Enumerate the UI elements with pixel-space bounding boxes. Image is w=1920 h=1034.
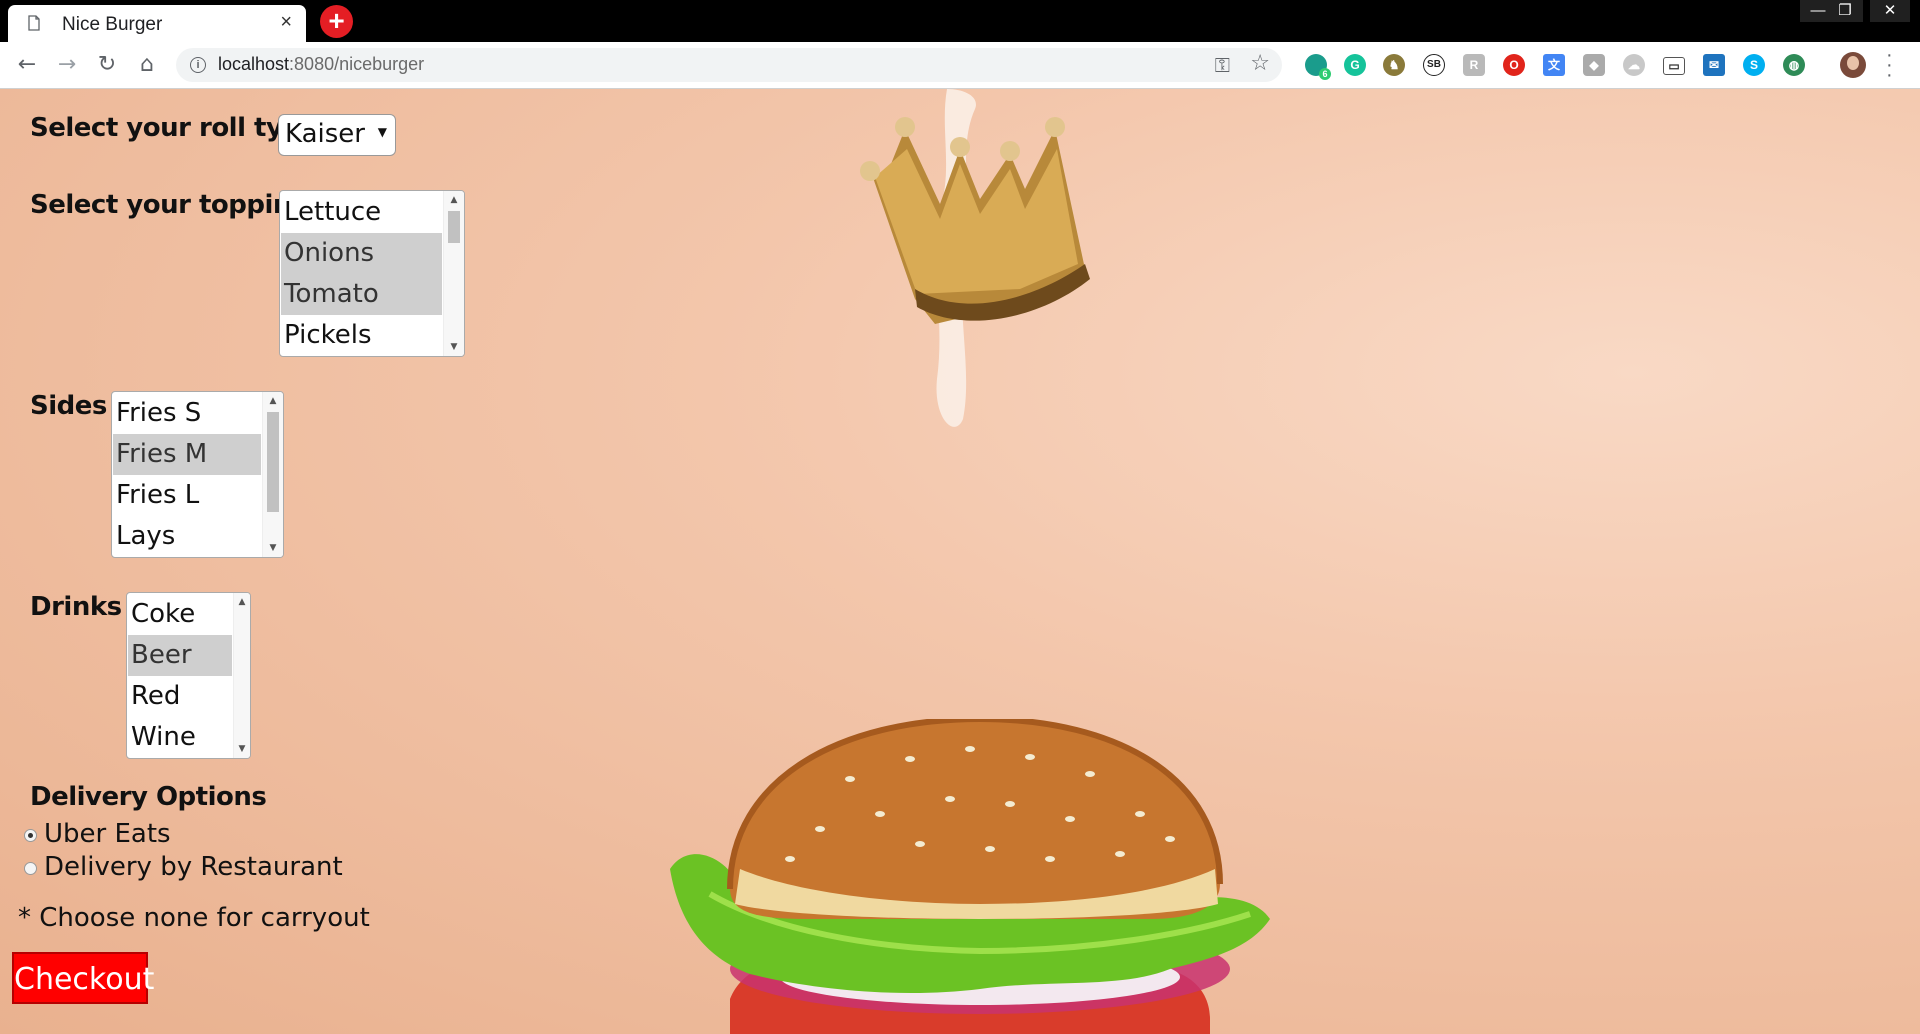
listbox-option[interactable]: Fries L <box>113 475 261 516</box>
crown-illustration <box>860 89 1090 427</box>
radio-label: Uber Eats <box>44 819 171 849</box>
skype-icon[interactable]: S <box>1743 54 1765 76</box>
toppings-scrollbar[interactable]: ▲ ▼ <box>443 191 464 356</box>
radio-label: Delivery by Restaurant <box>44 852 343 882</box>
roll-type-label: Select your roll type <box>30 113 318 143</box>
listbox-option[interactable]: Lays <box>113 516 261 557</box>
sb-extension-icon[interactable]: SB <box>1423 54 1445 76</box>
scroll-down-icon[interactable]: ▼ <box>263 541 283 555</box>
extension-badge-icon[interactable]: 6 <box>1305 54 1331 80</box>
globe-icon[interactable]: ◍ <box>1783 54 1805 76</box>
burger-illustration <box>670 719 1270 1034</box>
toppings-listbox[interactable]: Lettuce Onions Tomato Pickels ▲ ▼ <box>279 190 465 357</box>
browser-tab[interactable]: Nice Burger × <box>8 5 306 42</box>
grammarly-icon[interactable]: G <box>1344 54 1366 76</box>
scroll-down-icon[interactable]: ▼ <box>444 340 464 354</box>
sides-listbox[interactable]: Fries S Fries M Fries L Lays ▲ ▼ <box>111 391 284 558</box>
radio-button[interactable] <box>24 829 37 842</box>
carryout-note: * Choose none for carryout <box>18 903 370 933</box>
listbox-option[interactable]: Onions <box>281 233 442 274</box>
sides-label: Sides <box>30 391 107 421</box>
menu-dots-icon[interactable]: · · · <box>1886 45 1893 85</box>
scroll-up-icon[interactable]: ▲ <box>444 193 464 207</box>
reload-icon[interactable]: ↻ <box>92 50 122 80</box>
restore-button[interactable]: ❐ <box>1827 0 1863 22</box>
sides-scrollbar[interactable]: ▲ ▼ <box>262 392 283 557</box>
page-icon <box>28 15 40 31</box>
checkout-button[interactable]: Checkout <box>12 952 154 1004</box>
extension-icon[interactable]: ✉ <box>1703 54 1725 76</box>
address-bar[interactable]: i localhost:8080/niceburger ⚿ ☆ <box>176 48 1282 82</box>
radio-button[interactable] <box>24 862 37 875</box>
extension-icon[interactable]: R <box>1463 54 1485 76</box>
home-icon[interactable]: ⌂ <box>132 50 162 80</box>
key-icon[interactable]: ⚿ <box>1215 53 1230 77</box>
drinks-label: Drinks <box>30 592 122 622</box>
browser-title-bar: Nice Burger × + — ❐ ✕ <box>0 0 1920 42</box>
listbox-option[interactable]: Fries M <box>113 434 261 475</box>
extension-cube-icon[interactable]: ◆ <box>1583 54 1605 76</box>
extension-count: 6 <box>1319 68 1331 80</box>
browser-toolbar: ← → ↻ ⌂ i localhost:8080/niceburger ⚿ ☆ … <box>0 42 1920 89</box>
close-tab-icon[interactable]: × <box>280 11 292 34</box>
roll-type-select[interactable]: Kaiser ▼ <box>278 114 396 156</box>
listbox-option[interactable]: Beer <box>128 635 232 676</box>
translate-icon[interactable]: 文 <box>1543 54 1565 76</box>
page-content: Select your roll type Kaiser ▼ Select yo… <box>0 89 1920 1034</box>
cast-icon[interactable]: ▭ <box>1663 57 1685 75</box>
scroll-up-icon[interactable]: ▲ <box>263 394 283 408</box>
scroll-down-icon[interactable]: ▼ <box>234 742 250 756</box>
delivery-options-label: Delivery Options <box>30 782 267 812</box>
url-host: localhost <box>218 54 290 74</box>
url-text[interactable]: localhost:8080/niceburger <box>218 54 424 75</box>
listbox-option[interactable]: Red Wine <box>128 676 232 752</box>
scroll-up-icon[interactable]: ▲ <box>234 595 250 609</box>
forward-icon[interactable]: → <box>52 50 82 80</box>
url-path: :8080/niceburger <box>289 54 425 74</box>
drinks-scrollbar[interactable]: ▲ ▼ <box>233 593 250 758</box>
new-tab-button[interactable]: + <box>320 5 353 38</box>
listbox-option[interactable]: Tomato <box>281 274 442 315</box>
listbox-option[interactable]: Lettuce <box>281 192 442 233</box>
profile-avatar[interactable] <box>1840 52 1866 78</box>
tab-title: Nice Burger <box>62 14 163 35</box>
bookmark-star-icon[interactable]: ☆ <box>1250 51 1270 76</box>
scrollbar-thumb[interactable] <box>267 412 279 512</box>
extension-icon[interactable]: ♞ <box>1383 54 1405 76</box>
listbox-option[interactable]: Coke <box>128 594 232 635</box>
listbox-option[interactable]: Pickels <box>281 315 442 356</box>
dropdown-arrow-icon: ▼ <box>377 125 387 139</box>
scrollbar-thumb[interactable] <box>448 211 460 243</box>
roll-type-value: Kaiser <box>285 119 365 149</box>
extension-icon[interactable]: ☁ <box>1623 54 1645 76</box>
close-window-button[interactable]: ✕ <box>1870 0 1910 22</box>
back-icon[interactable]: ← <box>12 50 42 80</box>
listbox-option[interactable]: Fries S <box>113 393 261 434</box>
drinks-listbox[interactable]: Coke Beer Red Wine ▲ ▼ <box>126 592 251 759</box>
adblock-icon[interactable]: O <box>1503 54 1525 76</box>
site-info-icon[interactable]: i <box>190 57 206 73</box>
